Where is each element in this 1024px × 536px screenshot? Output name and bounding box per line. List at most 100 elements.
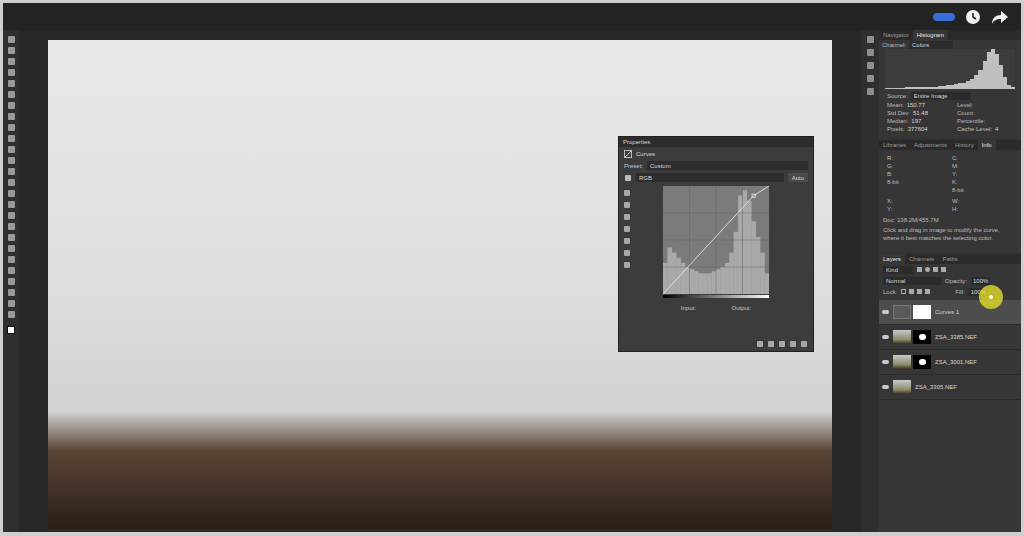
- panel-tab[interactable]: Layers: [879, 254, 905, 264]
- stat-label: Median:: [887, 117, 908, 125]
- curves-graph[interactable]: [663, 186, 769, 294]
- preset-dropdown[interactable]: Custom: [647, 161, 808, 170]
- tool-icon[interactable]: [8, 234, 15, 241]
- properties-header[interactable]: Properties: [619, 137, 813, 147]
- tool-icon[interactable]: [8, 102, 15, 109]
- bit-depth: 8-bit: [887, 178, 942, 186]
- curve-line[interactable]: [663, 186, 769, 294]
- eye-icon[interactable]: [882, 310, 889, 314]
- auto-button[interactable]: Auto: [788, 173, 808, 182]
- tool-icon[interactable]: [8, 300, 15, 307]
- tool-icon[interactable]: [8, 36, 15, 43]
- tool-icon[interactable]: [8, 69, 15, 76]
- tool-icon[interactable]: [8, 168, 15, 175]
- channel-value: RGB: [639, 174, 652, 182]
- layer-row[interactable]: ZSA_3305.NEF: [879, 375, 1021, 400]
- photoshop-window: Properties Curves Preset: Custom: [3, 3, 1021, 532]
- tool-icon[interactable]: [8, 245, 15, 252]
- panel-tab[interactable]: Histogram: [913, 30, 948, 40]
- dock-panel-icon[interactable]: [867, 88, 874, 95]
- panel-tab[interactable]: Libraries: [879, 140, 910, 150]
- tool-icon[interactable]: [8, 179, 15, 186]
- curve-point-icon[interactable]: [624, 238, 630, 244]
- dock-panel-icon[interactable]: [867, 49, 874, 56]
- tool-icon[interactable]: [8, 58, 15, 65]
- tool-icon[interactable]: [8, 124, 15, 131]
- delete-icon[interactable]: [801, 341, 807, 347]
- clock-icon[interactable]: [965, 9, 981, 25]
- auto-label: Auto: [792, 174, 804, 182]
- lock-move-icon[interactable]: [917, 289, 922, 294]
- panel-tab[interactable]: Info: [978, 140, 996, 150]
- tool-icon[interactable]: [8, 113, 15, 120]
- filter-shape-icon[interactable]: [941, 267, 946, 272]
- eye-icon[interactable]: [882, 360, 889, 364]
- tool-icon[interactable]: [8, 223, 15, 230]
- gray-eyedropper-icon[interactable]: [624, 214, 630, 220]
- lock-pixels-icon[interactable]: [901, 289, 906, 294]
- visibility-icon[interactable]: [790, 341, 796, 347]
- dock-panel-icon[interactable]: [867, 75, 874, 82]
- tool-icon[interactable]: [8, 47, 15, 54]
- info-label: Y:: [887, 205, 942, 213]
- source-value[interactable]: Entire Image: [911, 92, 971, 100]
- lock-all-icon[interactable]: [925, 289, 930, 294]
- channel-value[interactable]: Colors: [909, 41, 953, 49]
- panel-tab[interactable]: Channels: [905, 254, 938, 264]
- reset-icon[interactable]: [779, 341, 785, 347]
- layer-row[interactable]: ZSA_3001.NEF: [879, 350, 1021, 375]
- filter-dropdown[interactable]: Kind: [883, 266, 913, 274]
- lock-paint-icon[interactable]: [909, 289, 914, 294]
- properties-panel[interactable]: Properties Curves Preset: Custom: [618, 136, 814, 352]
- rgb-readout: R:G:B: 8-bit: [887, 154, 942, 194]
- tool-icon[interactable]: [8, 80, 15, 87]
- smooth-icon[interactable]: [624, 262, 630, 268]
- tool-icon[interactable]: [8, 289, 15, 296]
- blend-dropdown[interactable]: Normal: [883, 277, 941, 285]
- panel-tab[interactable]: History: [951, 140, 978, 150]
- filter-type-icon[interactable]: [933, 267, 938, 272]
- eye-icon[interactable]: [882, 335, 889, 339]
- layer-row[interactable]: ZSA_3385.NEF: [879, 325, 1021, 350]
- tool-icon[interactable]: [8, 135, 15, 142]
- tool-icon[interactable]: [8, 212, 15, 219]
- curve-point[interactable]: [752, 194, 755, 197]
- black-eyedropper-icon[interactable]: [624, 202, 630, 208]
- panel-tab[interactable]: Adjustments: [910, 140, 951, 150]
- color-swatch-icon[interactable]: [7, 326, 15, 334]
- lock-icons: [901, 289, 951, 294]
- hand-icon[interactable]: [624, 174, 632, 182]
- tool-icon[interactable]: [8, 267, 15, 274]
- filter-adjustment-icon[interactable]: [925, 267, 930, 272]
- tool-icon[interactable]: [8, 146, 15, 153]
- dock-panel-icon[interactable]: [867, 62, 874, 69]
- panel-tab[interactable]: Navigator: [879, 30, 913, 40]
- share-arrow-icon[interactable]: [991, 9, 1009, 25]
- curve-histogram-bar: [703, 273, 708, 294]
- tool-icon[interactable]: [8, 256, 15, 263]
- stats-left: Mean:150.77Std Dev:51.48Median:197Pixels…: [887, 101, 949, 133]
- tool-icon[interactable]: [8, 91, 15, 98]
- eye-icon[interactable]: [882, 385, 889, 389]
- curve-histogram-bar: [751, 221, 756, 294]
- layer-thumbnails: [893, 330, 931, 344]
- tool-icon[interactable]: [8, 201, 15, 208]
- stat-value: 150.77: [907, 101, 925, 109]
- tool-icon[interactable]: [8, 190, 15, 197]
- dock-panel-icon[interactable]: [867, 36, 874, 43]
- clip-icon[interactable]: [757, 341, 763, 347]
- info-hint: Click and drag in image to modify the cu…: [879, 224, 1021, 242]
- filter-pixel-icon[interactable]: [917, 267, 922, 272]
- stat-row: Level:: [957, 101, 1013, 109]
- view-previous-icon[interactable]: [768, 341, 774, 347]
- tool-icon[interactable]: [8, 278, 15, 285]
- white-eyedropper-icon[interactable]: [624, 226, 630, 232]
- opacity-value[interactable]: 100%: [971, 277, 990, 285]
- share-badge[interactable]: [933, 13, 955, 21]
- tool-icon[interactable]: [8, 311, 15, 318]
- panel-tab[interactable]: Paths: [938, 254, 961, 264]
- pencil-icon[interactable]: [624, 250, 630, 256]
- channel-dropdown[interactable]: RGB: [636, 173, 784, 182]
- tool-icon[interactable]: [8, 157, 15, 164]
- on-image-tool-icon[interactable]: [624, 190, 630, 196]
